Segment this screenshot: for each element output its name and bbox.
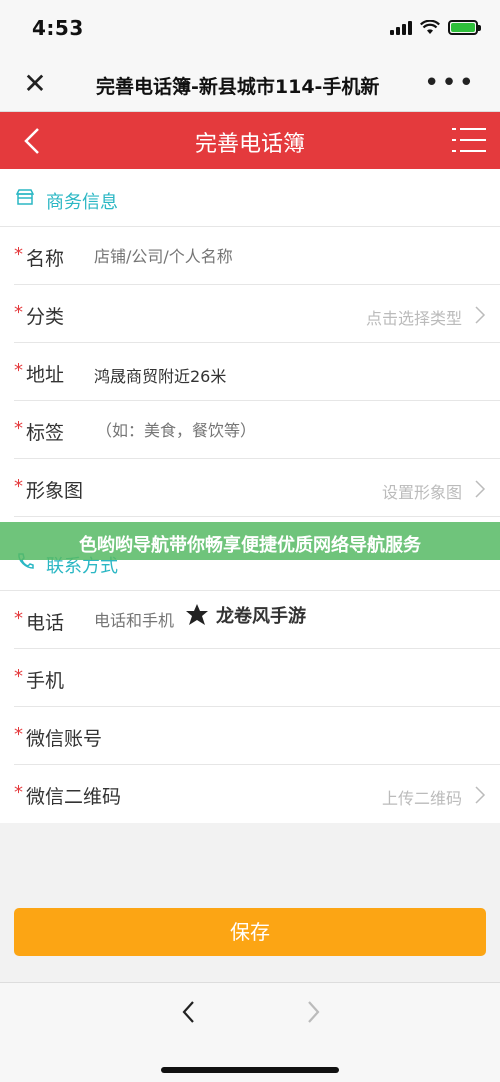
address-row[interactable]: * 地址 鸿晟商贸附近26米 [14,343,500,401]
battery-icon [448,20,481,35]
wifi-icon [420,20,440,34]
business-section-title: 商务信息 [46,192,118,213]
mobile-row[interactable]: * 手机 [14,649,500,707]
phone-label: 电话 [26,612,65,634]
name-input[interactable] [94,247,454,266]
status-bar: 4:53 [0,0,500,58]
status-time: 4:53 [32,16,84,40]
chevron-right-icon [475,480,486,498]
shop-icon [16,189,34,205]
wechat-input[interactable] [132,727,472,746]
nav-back-icon[interactable] [178,999,200,1025]
required-mark: * [14,302,23,323]
required-mark: * [14,476,23,497]
menu-icon[interactable] [452,126,486,154]
home-indicator [161,1067,339,1073]
watermark-text: 龙卷风手游 [216,606,306,627]
tags-label: 标签 [26,422,65,444]
category-label: 分类 [26,306,65,328]
address-label: 地址 [26,364,65,386]
browser-bar: ✕ 完善电话簿-新县城市114-手机新 ••• [0,58,500,112]
category-row[interactable]: * 分类 点击选择类型 [14,285,500,343]
image-row[interactable]: * 形象图 设置形象图 [14,459,500,517]
overlay-banner: 色哟哟导航带你畅享便捷优质网络导航服务 [0,522,500,560]
mobile-label: 手机 [26,670,65,692]
required-mark: * [14,244,23,265]
wechat-qr-picker[interactable]: 上传二维码 [382,785,462,809]
bottom-toolbar [0,982,500,1082]
mobile-input[interactable] [94,669,454,688]
category-picker[interactable]: 点击选择类型 [366,305,462,329]
required-mark: * [14,418,23,439]
required-mark: * [14,360,23,381]
signal-icon [390,20,412,35]
required-mark: * [14,782,23,803]
close-icon[interactable]: ✕ [20,70,50,100]
page-title: 完善电话簿 [194,132,305,157]
wechat-qr-row[interactable]: * 微信二维码 上传二维码 [14,765,500,823]
app-header: 完善电话簿 [0,112,500,169]
status-icons [390,20,481,35]
tags-row[interactable]: * 标签 [14,401,500,459]
chevron-right-icon [475,306,486,324]
image-picker[interactable]: 设置形象图 [382,479,462,503]
chevron-right-icon [475,786,486,804]
image-label: 形象图 [26,480,84,502]
nav-forward-icon[interactable] [302,999,324,1025]
name-label: 名称 [26,248,65,270]
required-mark: * [14,666,23,687]
watermark: 龙卷风手游 [184,602,306,628]
tags-input[interactable] [96,421,456,440]
name-row[interactable]: * 名称 [14,227,500,285]
required-mark: * [14,608,23,629]
form-panel: 商务信息 * 名称 * 分类 点击选择类型 * 地址 鸿晟商贸附近26米 * 标… [0,169,500,823]
watermark-logo-icon [186,604,208,625]
more-icon[interactable]: ••• [424,70,476,96]
address-field[interactable]: 鸿晟商贸附近26米 [94,363,454,387]
wechat-label: 微信账号 [26,728,103,750]
wechat-row[interactable]: * 微信账号 [14,707,500,765]
wechat-qr-label: 微信二维码 [26,786,122,808]
business-section-header: 商务信息 [0,169,500,227]
banner-text: 色哟哟导航带你畅享便捷优质网络导航服务 [79,535,421,556]
save-button[interactable]: 保存 [14,908,486,956]
required-mark: * [14,724,23,745]
browser-title: 完善电话簿-新县城市114-手机新 [96,76,380,98]
